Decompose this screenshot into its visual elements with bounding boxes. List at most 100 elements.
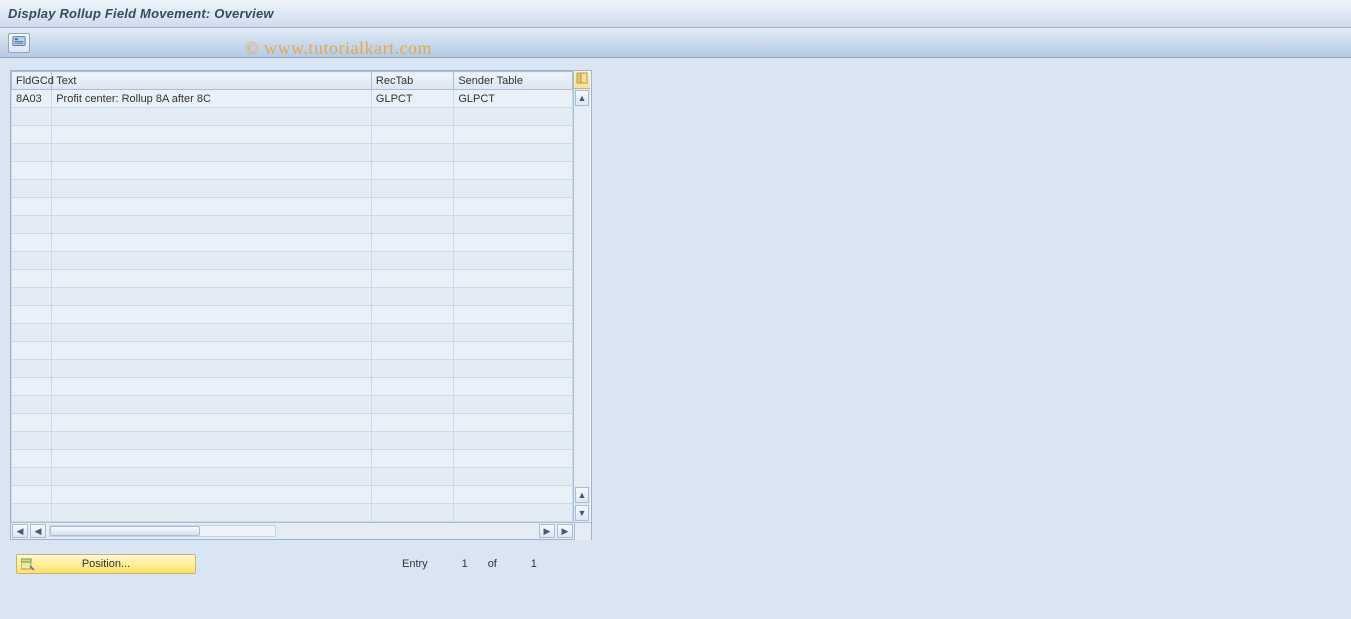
cell-rectab[interactable] (371, 468, 453, 486)
cell-rectab[interactable] (371, 360, 453, 378)
cell-fldgcd[interactable] (12, 468, 52, 486)
table-row[interactable] (12, 378, 573, 396)
cell-rectab[interactable] (371, 108, 453, 126)
cell-text[interactable] (52, 252, 372, 270)
cell-text[interactable] (52, 126, 372, 144)
cell-fldgcd[interactable] (12, 180, 52, 198)
table-row[interactable] (12, 234, 573, 252)
cell-fldgcd[interactable] (12, 360, 52, 378)
table-settings-button[interactable] (574, 71, 590, 89)
cell-text[interactable] (52, 486, 372, 504)
cell-text[interactable] (52, 216, 372, 234)
cell-sender[interactable] (454, 342, 573, 360)
cell-sender[interactable] (454, 360, 573, 378)
cell-fldgcd[interactable] (12, 288, 52, 306)
cell-sender[interactable] (454, 126, 573, 144)
cell-fldgcd[interactable] (12, 378, 52, 396)
cell-rectab[interactable] (371, 306, 453, 324)
cell-rectab[interactable] (371, 504, 453, 522)
cell-text[interactable] (52, 324, 372, 342)
table-row[interactable] (12, 468, 573, 486)
cell-fldgcd[interactable] (12, 126, 52, 144)
col-header-text[interactable]: Text (52, 72, 372, 90)
table-row[interactable] (12, 108, 573, 126)
table-row[interactable] (12, 306, 573, 324)
table-row[interactable] (12, 270, 573, 288)
cell-fldgcd[interactable]: 8A03 (12, 90, 52, 108)
cell-text[interactable] (52, 270, 372, 288)
table-row[interactable] (12, 360, 573, 378)
cell-rectab[interactable] (371, 342, 453, 360)
table-row[interactable] (12, 288, 573, 306)
cell-fldgcd[interactable] (12, 342, 52, 360)
vertical-scrollbar[interactable]: ▲ ▲ ▼ (573, 71, 590, 522)
cell-sender[interactable] (454, 396, 573, 414)
cell-sender[interactable] (454, 288, 573, 306)
cell-fldgcd[interactable] (12, 108, 52, 126)
cell-fldgcd[interactable] (12, 216, 52, 234)
table-row[interactable] (12, 414, 573, 432)
cell-sender[interactable] (454, 324, 573, 342)
cell-text[interactable] (52, 414, 372, 432)
cell-fldgcd[interactable] (12, 234, 52, 252)
cell-fldgcd[interactable] (12, 270, 52, 288)
cell-fldgcd[interactable] (12, 324, 52, 342)
cell-rectab[interactable] (371, 252, 453, 270)
cell-text[interactable] (52, 360, 372, 378)
col-header-sender[interactable]: Sender Table (454, 72, 573, 90)
cell-sender[interactable] (454, 468, 573, 486)
scroll-up-button[interactable]: ▲ (575, 90, 589, 106)
cell-fldgcd[interactable] (12, 198, 52, 216)
cell-rectab[interactable] (371, 234, 453, 252)
cell-sender[interactable] (454, 486, 573, 504)
scroll-right-button[interactable]: ▶ (557, 524, 573, 538)
cell-text[interactable] (52, 144, 372, 162)
table-row[interactable] (12, 450, 573, 468)
cell-text[interactable] (52, 450, 372, 468)
cell-rectab[interactable] (371, 180, 453, 198)
cell-text[interactable] (52, 378, 372, 396)
col-header-fldgcd[interactable]: FldGCd (12, 72, 52, 90)
cell-rectab[interactable] (371, 288, 453, 306)
cell-fldgcd[interactable] (12, 252, 52, 270)
cell-sender[interactable]: GLPCT (454, 90, 573, 108)
cell-rectab[interactable] (371, 432, 453, 450)
cell-text[interactable] (52, 342, 372, 360)
cell-text[interactable] (52, 180, 372, 198)
cell-fldgcd[interactable] (12, 306, 52, 324)
table-row[interactable] (12, 126, 573, 144)
cell-rectab[interactable] (371, 126, 453, 144)
table-row[interactable] (12, 144, 573, 162)
table-row[interactable]: 8A03Profit center: Rollup 8A after 8CGLP… (12, 90, 573, 108)
table-row[interactable] (12, 432, 573, 450)
cell-text[interactable] (52, 288, 372, 306)
cell-sender[interactable] (454, 504, 573, 522)
cell-text[interactable] (52, 162, 372, 180)
cell-rectab[interactable] (371, 396, 453, 414)
cell-sender[interactable] (454, 198, 573, 216)
cell-rectab[interactable]: GLPCT (371, 90, 453, 108)
table-row[interactable] (12, 324, 573, 342)
cell-sender[interactable] (454, 252, 573, 270)
table-row[interactable] (12, 252, 573, 270)
cell-fldgcd[interactable] (12, 396, 52, 414)
table-row[interactable] (12, 180, 573, 198)
cell-sender[interactable] (454, 306, 573, 324)
cell-sender[interactable] (454, 144, 573, 162)
table-row[interactable] (12, 216, 573, 234)
cell-text[interactable] (52, 108, 372, 126)
scroll-right2-button[interactable]: ▶ (539, 524, 555, 538)
vscroll-track[interactable] (574, 107, 590, 486)
position-button[interactable]: Position... (16, 554, 196, 574)
cell-rectab[interactable] (371, 162, 453, 180)
scroll-left-button[interactable]: ◀ (12, 524, 28, 538)
cell-rectab[interactable] (371, 486, 453, 504)
table-row[interactable] (12, 198, 573, 216)
table-row[interactable] (12, 504, 573, 522)
cell-sender[interactable] (454, 270, 573, 288)
cell-text[interactable] (52, 306, 372, 324)
cell-sender[interactable] (454, 450, 573, 468)
table-row[interactable] (12, 162, 573, 180)
cell-fldgcd[interactable] (12, 450, 52, 468)
cell-fldgcd[interactable] (12, 486, 52, 504)
